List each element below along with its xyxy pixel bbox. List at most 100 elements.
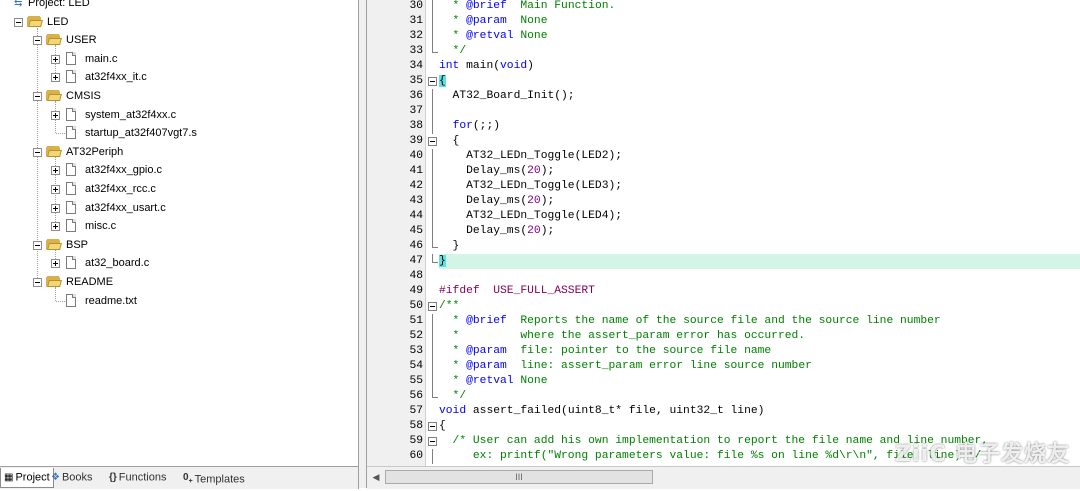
project-tree-pane[interactable]: ⇆ Project: LED LED USER main.c at32f4xx_it.c C… xyxy=(0,0,359,466)
code-line[interactable]: 57 void assert_failed(uint8_t* file, uint… xyxy=(367,404,1080,419)
code-line[interactable]: 58 { xyxy=(367,419,1080,434)
code-line[interactable]: 56 */ xyxy=(367,389,1080,404)
code-editor[interactable]: 30 * @brief Main Function. 31 * @param No… xyxy=(367,0,1080,466)
project-root-icon: ⇆ xyxy=(14,0,23,9)
expand-file-icon[interactable] xyxy=(51,110,60,120)
code-text: for(;;) xyxy=(452,120,501,132)
code-line[interactable]: 31 * @param None xyxy=(367,14,1080,29)
expand-file-icon[interactable] xyxy=(51,259,60,269)
code-line[interactable]: 36 AT32_Board_Init(); xyxy=(367,89,1080,104)
collapse-group-icon[interactable] xyxy=(33,278,42,287)
code-text: * @param None xyxy=(439,15,548,27)
tree-row[interactable]: at32f4xx_rcc.c xyxy=(0,180,358,198)
tree-row[interactable]: CMSIS xyxy=(0,87,358,105)
tree-row[interactable]: misc.c xyxy=(0,217,358,235)
tree-row[interactable]: at32f4xx_it.c xyxy=(0,68,358,86)
tree-row[interactable]: readme.txt xyxy=(0,292,358,310)
fold-guide-line xyxy=(428,314,436,329)
tab-templates[interactable]: 0+ Templates xyxy=(180,468,248,487)
group-folder-icon xyxy=(46,145,62,157)
code-line[interactable]: 33 */ xyxy=(367,44,1080,59)
code-line[interactable]: 52 * where the assert_param error has oc… xyxy=(367,329,1080,344)
collapse-group-icon[interactable] xyxy=(33,36,42,46)
tree-item-label: at32_board.c xyxy=(85,257,150,270)
horizontal-scrollbar[interactable]: ◀ III xyxy=(367,466,1080,489)
tree-row[interactable]: LED xyxy=(0,13,358,31)
tree-row[interactable]: at32f4xx_gpio.c xyxy=(0,161,358,179)
code-line[interactable]: 40 AT32_LEDn_Toggle(LED2); xyxy=(367,149,1080,164)
scroll-left-icon[interactable]: ◀ xyxy=(369,470,383,484)
tab-functions[interactable]: {} Functions xyxy=(106,468,170,487)
line-number: 45 xyxy=(409,225,423,237)
code-line[interactable]: 32 * @retval None xyxy=(367,29,1080,44)
fold-toggle-icon[interactable] xyxy=(428,299,437,314)
expand-file-icon[interactable] xyxy=(51,222,60,232)
code-line[interactable]: 43 Delay_ms(20); xyxy=(367,194,1080,209)
file-icon xyxy=(66,256,76,270)
code-line[interactable]: 49 #ifdef USE_FULL_ASSERT xyxy=(367,284,1080,299)
line-number: 59 xyxy=(409,435,423,447)
collapse-group-icon[interactable] xyxy=(33,92,42,101)
code-line[interactable]: 48 xyxy=(367,269,1080,284)
line-number: 37 xyxy=(409,105,423,117)
tree-row[interactable]: at32_board.c xyxy=(0,254,358,272)
tree-row[interactable]: README xyxy=(0,273,358,291)
line-number: 33 xyxy=(409,45,423,57)
code-line[interactable]: 35 { xyxy=(367,74,1080,89)
code-line[interactable]: 55 * @retval None xyxy=(367,374,1080,389)
line-number: 31 xyxy=(409,15,423,27)
code-line[interactable]: 34 int main(void) xyxy=(367,59,1080,74)
tree-row[interactable]: BSP xyxy=(0,236,358,254)
project-tab-bar: ▦ Project ❖ Books {} Functions 0+ Templates xyxy=(0,466,359,489)
line-number: 44 xyxy=(409,210,423,222)
code-line[interactable]: 53 * @param file: pointer to the source … xyxy=(367,344,1080,359)
code-line[interactable]: 42 AT32_LEDn_Toggle(LED3); xyxy=(367,179,1080,194)
tree-row[interactable]: USER xyxy=(0,31,358,49)
fold-toggle-icon[interactable] xyxy=(428,134,437,149)
code-text: AT32_LEDn_Toggle(LED4); xyxy=(439,210,623,222)
fold-guide-line xyxy=(428,104,436,119)
collapse-group-icon[interactable] xyxy=(33,147,42,157)
target-folder-icon xyxy=(27,15,43,27)
fold-guide-line xyxy=(428,119,436,134)
code-line[interactable]: 30 * @brief Main Function. xyxy=(367,0,1080,14)
tree-row[interactable]: main.c xyxy=(0,50,358,68)
code-line[interactable]: 39 { xyxy=(367,134,1080,149)
code-text: { xyxy=(439,420,446,432)
tree-item-label: readme.txt xyxy=(85,294,137,307)
tree-row[interactable]: at32f4xx_usart.c xyxy=(0,199,358,217)
tree-row[interactable]: startup_at32f407vgt7.s xyxy=(0,124,358,142)
scrollbar-thumb[interactable]: III xyxy=(385,470,653,484)
code-line[interactable]: 47} xyxy=(367,254,1080,269)
collapse-group-icon[interactable] xyxy=(33,240,42,250)
code-line[interactable]: 46 } xyxy=(367,239,1080,254)
tree-row[interactable]: ⇆ Project: LED xyxy=(0,0,358,12)
expand-file-icon[interactable] xyxy=(51,203,60,213)
expand-file-icon[interactable] xyxy=(51,166,60,176)
code-line[interactable]: 50 /** xyxy=(367,299,1080,314)
code-line[interactable]: 44 AT32_LEDn_Toggle(LED4); xyxy=(367,209,1080,224)
tab-project[interactable]: ▦ Project xyxy=(0,468,54,488)
code-line[interactable]: 41 Delay_ms(20); xyxy=(367,164,1080,179)
fold-toggle-icon[interactable] xyxy=(428,434,437,449)
tab-books[interactable]: ❖ Books xyxy=(48,468,96,487)
expand-file-icon[interactable] xyxy=(51,185,60,194)
expand-file-icon[interactable] xyxy=(51,54,60,64)
file-icon xyxy=(66,182,76,195)
code-line[interactable]: 45 Delay_ms(20); xyxy=(367,224,1080,239)
tree-item-label: at32f4xx_it.c xyxy=(85,71,147,84)
pane-splitter[interactable] xyxy=(359,0,367,488)
tree-row[interactable]: AT32Periph xyxy=(0,143,358,161)
code-line[interactable]: 37 xyxy=(367,104,1080,119)
expand-file-icon[interactable] xyxy=(51,73,60,83)
collapse-target-icon[interactable] xyxy=(14,17,23,27)
tree-item-label: startup_at32f407vgt7.s xyxy=(85,127,197,140)
code-line[interactable]: 51 * @brief Reports the name of the sour… xyxy=(367,314,1080,329)
fold-toggle-icon[interactable] xyxy=(428,74,437,89)
code-text: AT32_LEDn_Toggle(LED3); xyxy=(439,180,623,192)
tree-row[interactable]: system_at32f4xx.c xyxy=(0,106,358,124)
code-line[interactable]: 54 * @param line: assert_param error lin… xyxy=(367,359,1080,374)
fold-toggle-icon[interactable] xyxy=(428,419,437,434)
fold-guide-line xyxy=(428,14,436,29)
code-line[interactable]: 38 for(;;) xyxy=(367,119,1080,134)
